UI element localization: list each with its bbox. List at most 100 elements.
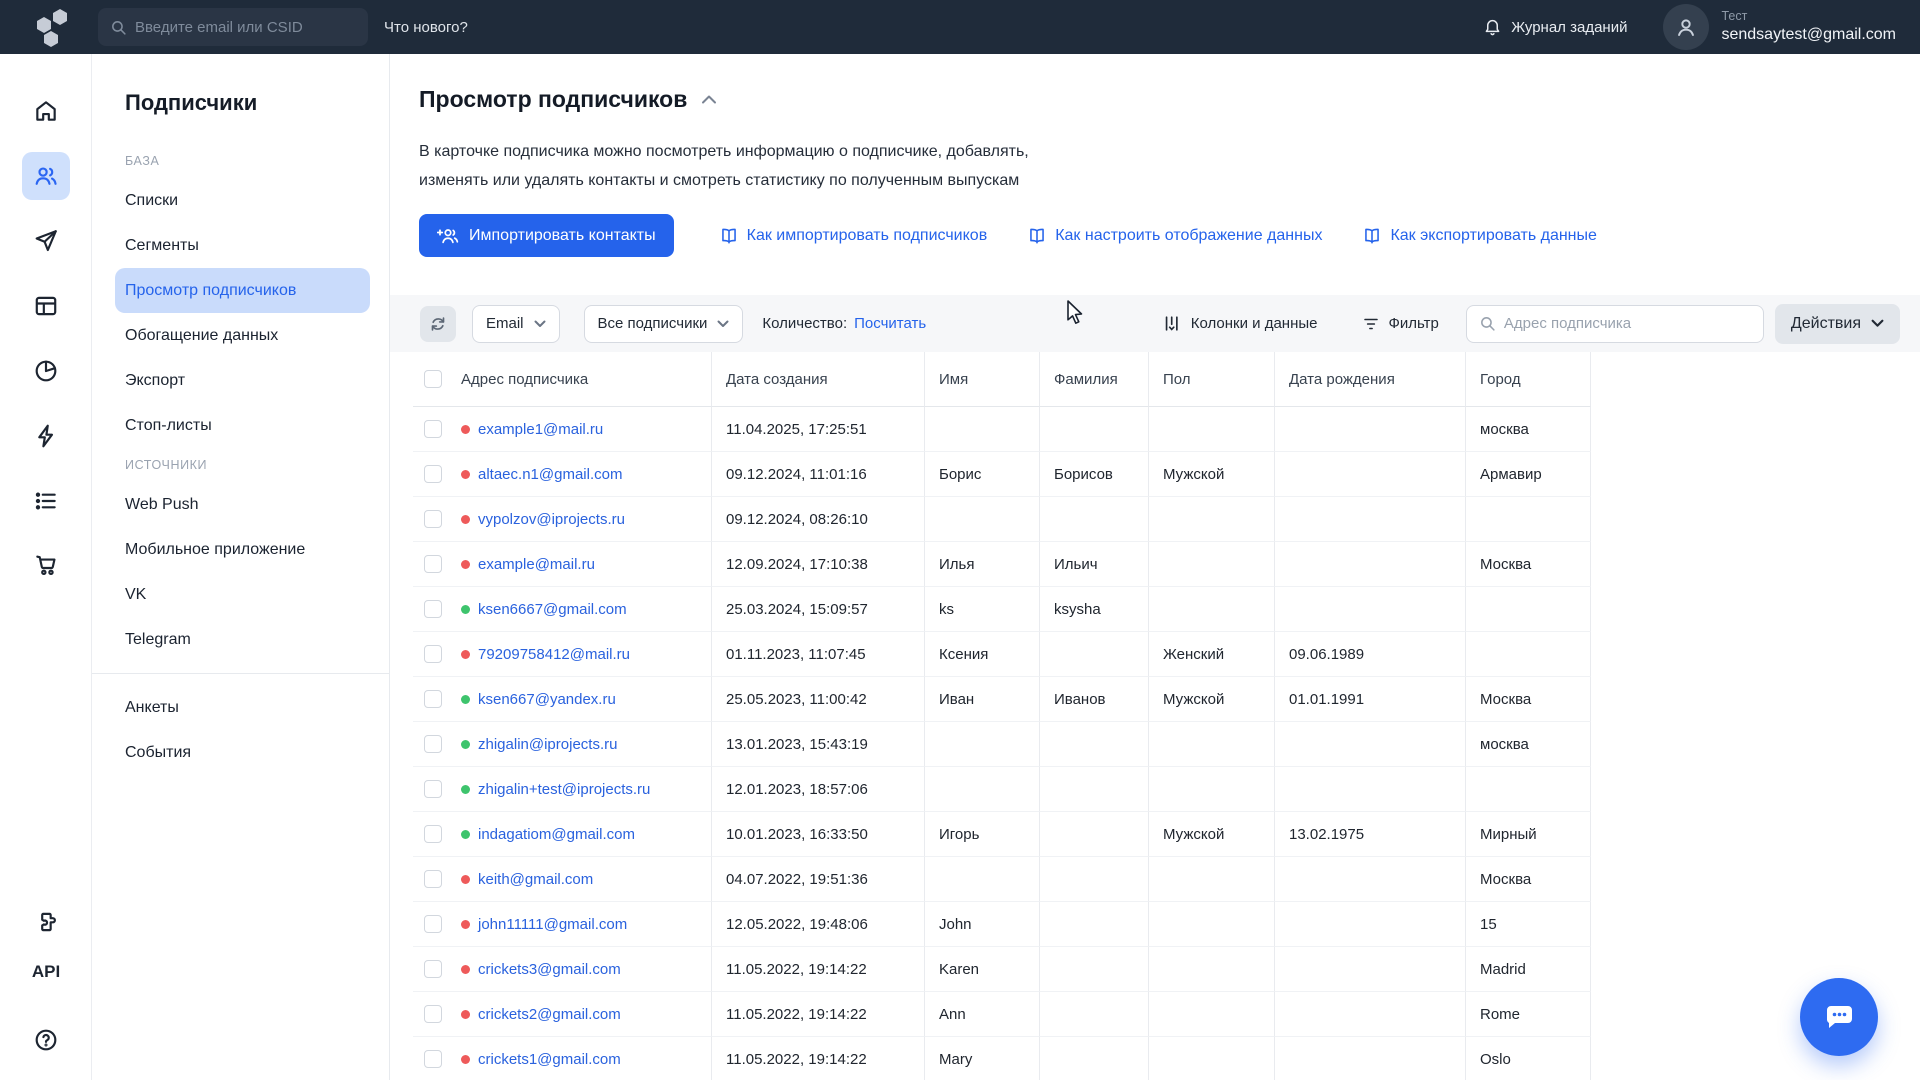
sidebar-item[interactable]: События [115,730,369,775]
sidebar-item[interactable]: Просмотр подписчиков [115,268,370,313]
collapse-section-button[interactable] [701,94,717,105]
avatar[interactable] [1663,4,1709,50]
rail-lists[interactable] [22,477,70,525]
tasks-log-button[interactable]: Журнал заданий [1483,17,1627,37]
sidebar-item[interactable]: Экспорт [115,358,369,403]
subscriber-email-link[interactable]: ksen667@yandex.ru [478,691,616,708]
column-header[interactable]: Фамилия [1040,352,1149,407]
actions-button[interactable]: Действия [1775,304,1900,344]
row-checkbox[interactable] [424,960,442,978]
table-row[interactable]: ksen6667@gmail.com25.03.2024, 15:09:57ks… [413,587,1591,632]
select-all-checkbox[interactable] [424,370,442,388]
subscriber-email-link[interactable]: ksen6667@gmail.com [478,601,627,618]
sidebar-item[interactable]: Анкеты [115,685,369,730]
rail-integrations[interactable] [22,898,70,946]
column-header[interactable]: Дата создания [712,352,925,407]
sidebar-item[interactable]: Стоп-листы [115,403,369,448]
row-checkbox[interactable] [424,465,442,483]
rail-campaigns[interactable] [22,217,70,265]
doc-link[interactable]: Как экспортировать данные [1362,227,1596,245]
whats-new-link[interactable]: Что нового? [384,19,468,36]
user-meta[interactable]: Тест sendsaytest@gmail.com [1721,9,1896,45]
row-checkbox[interactable] [424,1050,442,1068]
row-checkbox[interactable] [424,1005,442,1023]
first-name-cell: Иван [925,677,1040,722]
subscriber-email-link[interactable]: example1@mail.ru [478,421,603,438]
subscriber-email-link[interactable]: crickets2@gmail.com [478,1006,621,1023]
table-row[interactable]: crickets2@gmail.com11.05.2022, 19:14:22A… [413,992,1591,1037]
global-search-input[interactable]: Введите email или CSID [98,8,368,46]
table-row[interactable]: ksen667@yandex.ru25.05.2023, 11:00:42Ива… [413,677,1591,722]
column-header[interactable]: Город [1466,352,1591,407]
row-checkbox[interactable] [424,780,442,798]
column-header[interactable]: Имя [925,352,1040,407]
row-checkbox[interactable] [424,555,442,573]
column-header[interactable]: Адрес подписчика [447,352,712,407]
filter-button[interactable]: Фильтр [1362,315,1439,333]
table-row[interactable]: indagatiom@gmail.com10.01.2023, 16:33:50… [413,812,1591,857]
row-checkbox[interactable] [424,870,442,888]
subscriber-email-link[interactable]: vypolzov@iprojects.ru [478,511,625,528]
columns-and-data-button[interactable]: Колонки и данные [1163,314,1318,333]
row-checkbox[interactable] [424,825,442,843]
row-checkbox[interactable] [424,600,442,618]
gender-cell [1149,1037,1275,1080]
import-contacts-button[interactable]: Импортировать контакты [419,214,674,257]
sidebar-item[interactable]: Мобильное приложение [115,527,369,572]
table-row[interactable]: 79209758412@mail.ru01.11.2023, 11:07:45К… [413,632,1591,677]
sendsay-logo[interactable] [22,5,68,49]
table-row[interactable]: crickets3@gmail.com11.05.2022, 19:14:22K… [413,947,1591,992]
sidebar-item[interactable]: Telegram [115,617,369,662]
subscriber-email-link[interactable]: john11111@gmail.com [478,916,627,933]
rail-home[interactable] [22,87,70,135]
channel-select[interactable]: Email [472,305,560,343]
column-header[interactable]: Дата рождения [1275,352,1466,407]
sidebar-item[interactable]: Сегменты [115,223,369,268]
sidebar-item[interactable]: Web Push [115,482,369,527]
table-row[interactable]: altaec.n1@gmail.com09.12.2024, 11:01:16Б… [413,452,1591,497]
subscriber-email-link[interactable]: keith@gmail.com [478,871,593,888]
count-calculate-link[interactable]: Посчитать [854,315,926,332]
rail-shop[interactable] [22,540,70,588]
table-row[interactable]: example1@mail.ru11.04.2025, 17:25:51моск… [413,407,1591,452]
table-row[interactable]: crickets1@gmail.com11.05.2022, 19:14:22M… [413,1037,1591,1080]
table-row[interactable]: keith@gmail.com04.07.2022, 19:51:36Москв… [413,857,1591,902]
created-cell: 09.12.2024, 08:26:10 [712,497,925,542]
rail-automation[interactable] [22,412,70,460]
rail-help[interactable] [22,1016,70,1064]
support-chat-button[interactable] [1800,978,1878,1056]
audience-select[interactable]: Все подписчики [584,305,744,343]
table-row[interactable]: zhigalin+test@iprojects.ru12.01.2023, 18… [413,767,1591,812]
subscriber-email-link[interactable]: example@mail.ru [478,556,595,573]
rail-templates[interactable] [22,282,70,330]
refresh-button[interactable] [420,306,456,342]
doc-link[interactable]: Как настроить отображение данных [1027,227,1322,245]
subscriber-email-link[interactable]: crickets3@gmail.com [478,961,621,978]
table-row[interactable]: zhigalin@iprojects.ru13.01.2023, 15:43:1… [413,722,1591,767]
row-checkbox[interactable] [424,915,442,933]
subscriber-email-link[interactable]: altaec.n1@gmail.com [478,466,622,483]
subscriber-email-link[interactable]: indagatiom@gmail.com [478,826,635,843]
row-checkbox[interactable] [424,420,442,438]
row-checkbox[interactable] [424,735,442,753]
subscriber-search-input[interactable]: Адрес подписчика [1466,305,1764,343]
table-row[interactable]: john11111@gmail.com12.05.2022, 19:48:06J… [413,902,1591,947]
subscriber-email-link[interactable]: crickets1@gmail.com [478,1051,621,1068]
rail-subscribers[interactable] [22,152,70,200]
sidebar-item[interactable]: Списки [115,178,369,223]
subscriber-email-link[interactable]: zhigalin+test@iprojects.ru [478,781,650,798]
sidebar-item[interactable]: VK [115,572,369,617]
doc-link[interactable]: Как импортировать подписчиков [719,227,988,245]
table-row[interactable]: vypolzov@iprojects.ru 09.12.2024, 08:26:1… [413,497,1591,542]
rail-statistics[interactable] [22,347,70,395]
row-checkbox-cell [413,452,447,497]
subscriber-email-link[interactable]: 79209758412@mail.ru [478,646,630,663]
column-header[interactable]: Пол [1149,352,1275,407]
row-checkbox[interactable] [424,645,442,663]
subscriber-email-link[interactable]: zhigalin@iprojects.ru [478,736,617,753]
rail-api[interactable]: API [0,962,92,982]
row-checkbox[interactable] [424,510,442,528]
row-checkbox[interactable] [424,690,442,708]
sidebar-item[interactable]: Обогащение данных [115,313,369,358]
table-row[interactable]: example@mail.ru12.09.2024, 17:10:38ИльяИ… [413,542,1591,587]
